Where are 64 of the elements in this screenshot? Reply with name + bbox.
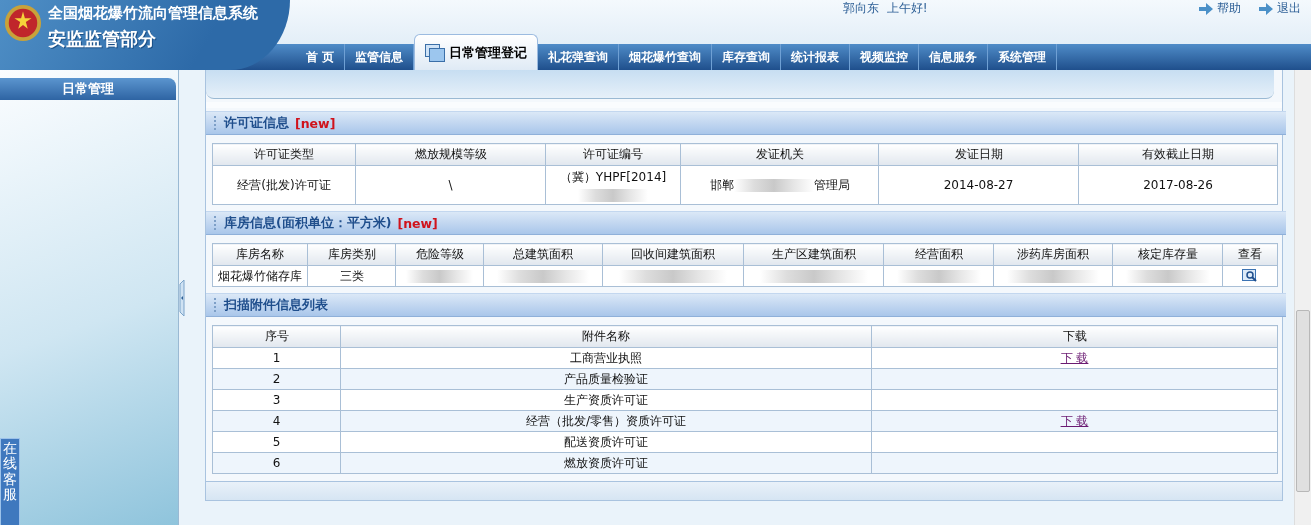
column-header: 许可证编号 [545,143,681,166]
table-cell: 工商营业执照 [340,347,872,369]
redacted-block [406,270,473,283]
column-header: 下载 [871,325,1278,348]
download-link[interactable]: 下 载 [1060,413,1089,428]
cell-text: 管理局 [813,176,850,194]
table-cell: \ [355,165,546,205]
column-header: 总建筑面积 [483,243,603,266]
column-header: 库房类别 [307,243,396,266]
table-cell: 烟花爆竹储存库 [212,265,308,287]
table-cell: 2014-08-27 [878,165,1079,205]
table-cell: 经营（批发/零售）资质许可证 [340,410,872,432]
column-header: 查看 [1222,243,1278,266]
new-label: [new] [397,215,438,231]
column-header: 发证机关 [680,143,879,166]
column-header: 燃放规模等级 [355,143,546,166]
table-cell: 三类 [307,265,396,287]
arrow-icon [1199,2,1213,15]
section-title: 扫描附件信息列表 [224,296,328,314]
column-header: 回收间建筑面积 [602,243,744,266]
collapse-handle-icon[interactable] [179,280,185,316]
table-cell: 产品质量检验证 [340,368,872,390]
cell-text: 邯郸 [709,176,734,194]
column-header: 许可证类型 [212,143,356,166]
system-title: 全国烟花爆竹流向管理信息系统 [48,4,258,23]
table-cell: 4 [212,410,341,432]
column-header: 有效截止日期 [1078,143,1278,166]
column-header: 经营面积 [883,243,994,266]
header-link[interactable]: 帮助 [1199,0,1241,17]
table-cell: 5 [212,431,341,453]
table-cell: 配送资质许可证 [340,431,872,453]
column-header: 核定库存量 [1112,243,1223,266]
table-cell: 2017-08-26 [1078,165,1278,205]
online-service-tab[interactable]: 在线客服 [0,438,20,525]
column-header: 发证日期 [878,143,1079,166]
table-cell: 3 [212,389,341,411]
table-cell: 燃放资质许可证 [340,452,872,474]
table-cell: 生产资质许可证 [340,389,872,411]
windows-icon [425,43,446,62]
table-cell: 1 [212,347,341,369]
column-header: 库房名称 [212,243,308,266]
new-label: [new] [295,115,336,131]
column-header: 附件名称 [340,325,872,348]
column-header: 生产区建筑面积 [743,243,884,266]
table-cell: 2 [212,368,341,390]
emblem-icon [4,4,42,42]
section-title: 许可证信息 [224,114,289,132]
column-header: 危险等级 [395,243,484,266]
table-cell: 经营(批发)许可证 [212,165,356,205]
sidebar-title: 日常管理 [0,78,176,100]
table-cell: （冀）YHPF[2014] [559,168,667,186]
arrow-icon [1259,2,1273,15]
download-link[interactable]: 下 载 [1060,350,1089,365]
redacted-block [578,188,648,202]
column-header: 涉药库房面积 [993,243,1113,266]
header-link[interactable]: 退出 [1259,0,1301,17]
section-title: 库房信息(面积单位：平方米) [224,214,392,232]
table-cell: 6 [212,452,341,474]
view-magnifier-icon[interactable] [1242,269,1258,284]
system-subtitle: 安监监管部分 [48,27,157,51]
nav-tab[interactable]: 日常管理登记 [414,34,539,70]
column-header: 序号 [212,325,341,348]
scrollbar[interactable] [1294,70,1311,525]
greeting-text: 郭向东 上午好! [843,0,928,17]
